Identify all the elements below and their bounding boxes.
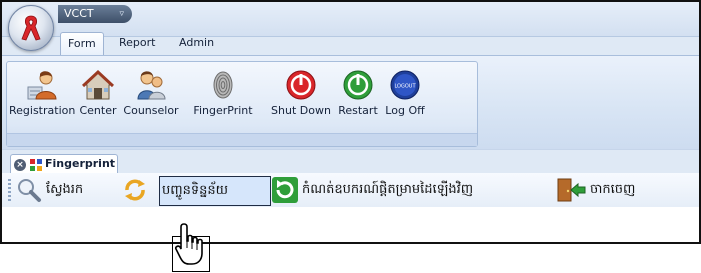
refresh-icon bbox=[125, 179, 145, 201]
log-off-button[interactable]: LOGOUT Log Off bbox=[383, 66, 427, 132]
app-window: VCCT ▿ Form Report Admin Registration Ce… bbox=[0, 0, 701, 244]
app-title-text: VCCT bbox=[64, 7, 94, 20]
counselor-label: Counselor bbox=[123, 104, 179, 117]
counselor-icon bbox=[137, 71, 166, 100]
quick-access-dropdown-icon[interactable]: ▿ bbox=[119, 5, 124, 23]
ribbon: Registration Center Counselor FingerPrin… bbox=[2, 55, 699, 150]
tab-form[interactable]: Form bbox=[60, 32, 104, 55]
log-off-label: Log Off bbox=[385, 104, 425, 117]
ribbon-group: Registration Center Counselor FingerPrin… bbox=[6, 61, 478, 147]
power-green-icon bbox=[343, 70, 373, 100]
logoff-icon-text: LOGOUT bbox=[394, 84, 416, 90]
restart-label: Restart bbox=[338, 104, 378, 117]
application-orb-button[interactable] bbox=[8, 5, 54, 51]
red-ribbon-icon bbox=[21, 15, 41, 41]
ribbon-group-footer bbox=[7, 133, 477, 146]
shut-down-button[interactable]: Shut Down bbox=[269, 66, 333, 132]
reset-device-button[interactable]: កំណត់ឧបករណ៍ផ្តិតម្រាមដៃឡើងវិញ bbox=[272, 176, 473, 204]
registration-label: Registration bbox=[9, 104, 76, 117]
document-tab-strip: × Fingerprint bbox=[2, 149, 699, 175]
reset-device-icon bbox=[272, 177, 298, 203]
document-tab-fingerprint[interactable]: × Fingerprint bbox=[10, 154, 118, 175]
search-icon bbox=[18, 179, 41, 202]
tab-report[interactable]: Report bbox=[112, 32, 162, 54]
logoff-icon: LOGOUT bbox=[390, 70, 420, 100]
hand-pointer-icon bbox=[175, 223, 203, 265]
reset-device-label: កំណត់ឧបករណ៍ផ្តិតម្រាមដៃឡើងវិញ bbox=[302, 181, 474, 197]
counselor-button[interactable]: Counselor bbox=[121, 66, 181, 132]
registration-button[interactable]: Registration bbox=[9, 66, 75, 132]
close-tab-icon[interactable]: × bbox=[14, 159, 26, 171]
exit-label: ចាកចេញ bbox=[590, 181, 636, 197]
send-data-label: បញ្ចូនទិន្នន័យ bbox=[162, 182, 229, 198]
restart-button[interactable]: Restart bbox=[333, 66, 383, 132]
send-data-button[interactable]: បញ្ចូនទិន្នន័យ bbox=[159, 176, 271, 206]
registration-icon bbox=[27, 71, 57, 100]
search-button[interactable]: ស្វែងរក bbox=[16, 176, 83, 204]
power-red-icon bbox=[286, 70, 316, 100]
shut-down-label: Shut Down bbox=[271, 104, 331, 117]
fingerprint-button[interactable]: FingerPrint bbox=[187, 66, 259, 132]
refresh-button[interactable] bbox=[122, 176, 148, 204]
fingerprint-label: FingerPrint bbox=[193, 104, 253, 117]
app-title: VCCT ▿ bbox=[58, 5, 132, 23]
search-label: ស្វែងរក bbox=[46, 181, 84, 197]
toolbar-grip[interactable] bbox=[8, 179, 11, 201]
title-bar: VCCT ▿ bbox=[2, 2, 699, 37]
center-button[interactable]: Center bbox=[75, 66, 121, 132]
grid-icon bbox=[30, 159, 42, 171]
exit-door-icon bbox=[557, 178, 586, 202]
document-tab-title: Fingerprint bbox=[45, 157, 116, 170]
center-label: Center bbox=[79, 104, 117, 117]
exit-button[interactable]: ចាកចេញ bbox=[556, 176, 635, 204]
fingerprint-toolbar: ស្វែងរក បញ្ចូនទិន្នន័យ កំណត់ឧបករណ៍ផ្តិតម… bbox=[2, 173, 699, 208]
content-area bbox=[2, 207, 699, 242]
tab-admin[interactable]: Admin bbox=[172, 32, 221, 54]
house-icon bbox=[82, 69, 114, 100]
fingerprint-icon bbox=[213, 71, 233, 99]
